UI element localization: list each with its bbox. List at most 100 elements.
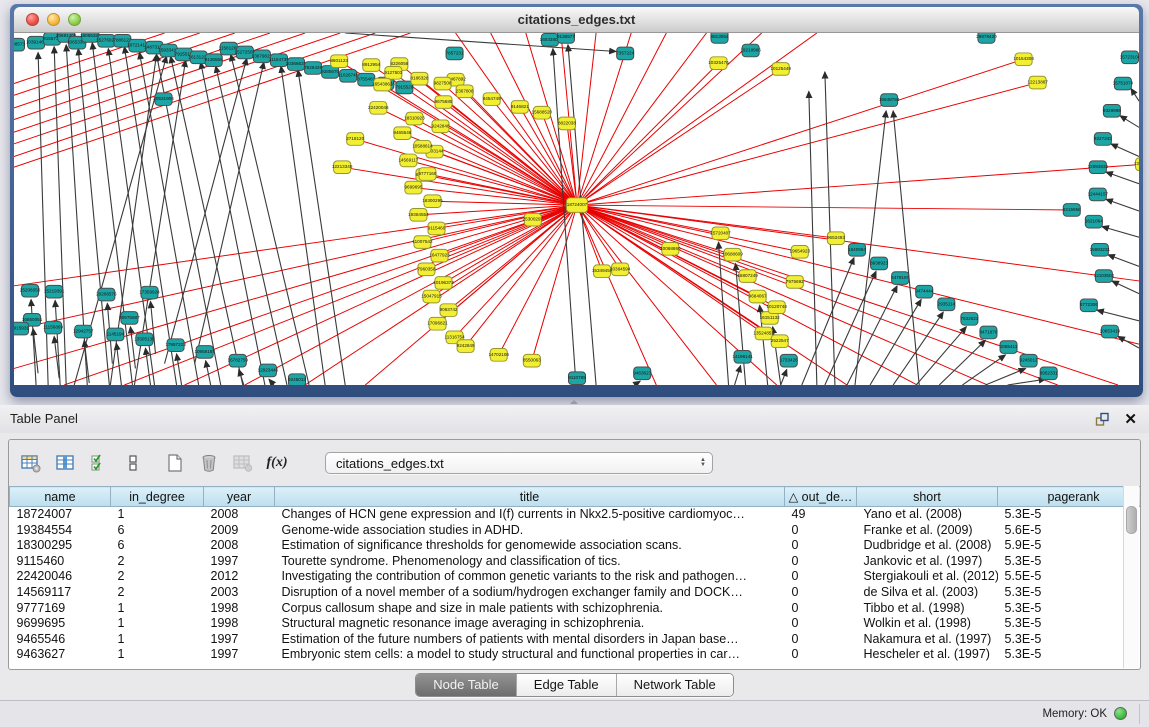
cell-in_degree[interactable]: 2 xyxy=(111,569,204,585)
table-row[interactable]: 946554611997Estimation of the future num… xyxy=(10,632,1142,648)
cell-name[interactable]: 14569117 xyxy=(10,585,111,601)
cell-year[interactable]: 1997 xyxy=(204,632,275,648)
cell-pagerank[interactable]: 5.3E-5 xyxy=(998,632,1142,648)
column-header-short[interactable]: short xyxy=(857,487,998,507)
cell-short[interactable]: Wolkin et al. (1998) xyxy=(857,616,998,632)
delete-column-icon[interactable] xyxy=(199,453,219,473)
new-column-icon[interactable] xyxy=(165,453,185,473)
cell-short[interactable]: de Silva et al. (2003) xyxy=(857,585,998,601)
column-header-pagerank[interactable]: pagerank xyxy=(998,487,1142,507)
cell-year[interactable]: 1998 xyxy=(204,616,275,632)
cell-pagerank[interactable]: 5.3E-5 xyxy=(998,507,1142,523)
network-canvas[interactable]: 8038573103914689155730206914061065338716… xyxy=(14,33,1139,385)
cell-year[interactable]: 2003 xyxy=(204,585,275,601)
cell-name[interactable]: 18724007 xyxy=(10,507,111,523)
cell-in_degree[interactable]: 1 xyxy=(111,632,204,648)
table-row[interactable]: 1872400712008Changes of HCN gene express… xyxy=(10,507,1142,523)
panel-splitter[interactable] xyxy=(0,397,1149,405)
rows-icon[interactable] xyxy=(123,453,143,473)
cell-year[interactable]: 2012 xyxy=(204,569,275,585)
column-header-out_degree[interactable]: △ out_de… xyxy=(785,487,857,507)
cell-pagerank[interactable]: 5.6E-5 xyxy=(998,523,1142,539)
cell-in_degree[interactable]: 1 xyxy=(111,616,204,632)
cell-year[interactable]: 1998 xyxy=(204,601,275,617)
cell-pagerank[interactable]: 5.3E-5 xyxy=(998,601,1142,617)
splitter-handle-icon[interactable] xyxy=(570,400,578,404)
cell-in_degree[interactable]: 2 xyxy=(111,585,204,601)
cell-out_degree[interactable]: 0 xyxy=(785,632,857,648)
table-row[interactable]: 911546021997Tourette syndrome. Phenomeno… xyxy=(10,554,1142,570)
cell-title[interactable]: Structural magnetic resonance image aver… xyxy=(275,616,785,632)
cell-out_degree[interactable]: 0 xyxy=(785,569,857,585)
cell-name[interactable]: 9699695 xyxy=(10,616,111,632)
show-columns-icon[interactable] xyxy=(55,453,75,473)
function-builder-icon[interactable]: f(x) xyxy=(267,453,287,473)
cell-in_degree[interactable]: 1 xyxy=(111,601,204,617)
cell-title[interactable]: Changes of HCN gene expression and I(f) … xyxy=(275,507,785,523)
table-selector[interactable]: citations_edges.txt ▲▼ xyxy=(325,452,713,474)
cell-out_degree[interactable]: 49 xyxy=(785,507,857,523)
cell-short[interactable]: Yano et al. (2008) xyxy=(857,507,998,523)
cell-out_degree[interactable]: 0 xyxy=(785,601,857,617)
cell-short[interactable]: Jankovic et al. (1997) xyxy=(857,554,998,570)
select-columns-icon[interactable] xyxy=(89,453,109,473)
table-row[interactable]: 977716911998Corpus callosum shape and si… xyxy=(10,601,1142,617)
cell-short[interactable]: Dudbridge et al. (2008) xyxy=(857,538,998,554)
cell-name[interactable]: 9777169 xyxy=(10,601,111,617)
cell-out_degree[interactable]: 0 xyxy=(785,538,857,554)
cell-short[interactable]: Tibbo et al. (1998) xyxy=(857,601,998,617)
cell-year[interactable]: 2008 xyxy=(204,538,275,554)
tab-edge-table[interactable]: Edge Table xyxy=(516,674,616,696)
cell-name[interactable]: 22420046 xyxy=(10,569,111,585)
cell-pagerank[interactable]: 5.9E-5 xyxy=(998,538,1142,554)
maximize-window-button[interactable] xyxy=(68,13,81,26)
column-header-in_degree[interactable]: in_degree xyxy=(111,487,204,507)
cell-pagerank[interactable]: 5.3E-5 xyxy=(998,647,1142,663)
column-header-name[interactable]: name xyxy=(10,487,111,507)
cell-title[interactable]: Embryonic stem cells: a model to study s… xyxy=(275,647,785,663)
cell-name[interactable]: 9463627 xyxy=(10,647,111,663)
float-panel-icon[interactable] xyxy=(1092,409,1112,429)
close-panel-icon[interactable]: ✕ xyxy=(1124,412,1137,427)
cell-in_degree[interactable]: 2 xyxy=(111,554,204,570)
column-header-year[interactable]: year xyxy=(204,487,275,507)
cell-year[interactable]: 1997 xyxy=(204,554,275,570)
cell-title[interactable]: Disruption of a novel member of a sodium… xyxy=(275,585,785,601)
cell-name[interactable]: 9465546 xyxy=(10,632,111,648)
cell-in_degree[interactable]: 1 xyxy=(111,647,204,663)
cell-year[interactable]: 2008 xyxy=(204,507,275,523)
table-row[interactable]: 969969511998Structural magnetic resonanc… xyxy=(10,616,1142,632)
column-header-title[interactable]: title xyxy=(275,487,785,507)
cell-title[interactable]: Genome-wide association studies in ADHD. xyxy=(275,523,785,539)
cell-name[interactable]: 9115460 xyxy=(10,554,111,570)
cell-out_degree[interactable]: 0 xyxy=(785,554,857,570)
table-row[interactable]: 1938455462009Genome-wide association stu… xyxy=(10,523,1142,539)
table-row[interactable]: 2242004622012Investigating the contribut… xyxy=(10,569,1142,585)
tab-network-table[interactable]: Network Table xyxy=(616,674,733,696)
cell-out_degree[interactable]: 0 xyxy=(785,647,857,663)
cell-out_degree[interactable]: 0 xyxy=(785,523,857,539)
table-scrollbar[interactable] xyxy=(1123,486,1139,668)
cell-pagerank[interactable]: 5.3E-5 xyxy=(998,554,1142,570)
cell-title[interactable]: Estimation of significance thresholds fo… xyxy=(275,538,785,554)
cell-in_degree[interactable]: 1 xyxy=(111,507,204,523)
cell-title[interactable]: Investigating the contribution of common… xyxy=(275,569,785,585)
cell-short[interactable]: Nakamura et al. (1997) xyxy=(857,632,998,648)
table-options-icon[interactable] xyxy=(21,453,41,473)
cell-pagerank[interactable]: 5.3E-5 xyxy=(998,616,1142,632)
network-graph-svg[interactable]: 8038573103914689155730206914061065338716… xyxy=(14,33,1139,385)
cell-short[interactable]: Franke et al. (2009) xyxy=(857,523,998,539)
tab-node-table[interactable]: Node Table xyxy=(416,674,516,696)
cell-in_degree[interactable]: 6 xyxy=(111,538,204,554)
cell-year[interactable]: 2009 xyxy=(204,523,275,539)
table-scrollbar-thumb[interactable] xyxy=(1126,506,1137,534)
close-window-button[interactable] xyxy=(26,13,39,26)
table-row[interactable]: 1456911722003Disruption of a novel membe… xyxy=(10,585,1142,601)
cell-in_degree[interactable]: 6 xyxy=(111,523,204,539)
cell-out_degree[interactable]: 0 xyxy=(785,585,857,601)
network-window-titlebar[interactable]: citations_edges.txt xyxy=(14,7,1139,33)
cell-name[interactable]: 18300295 xyxy=(10,538,111,554)
table-row[interactable]: 1830029562008Estimation of significance … xyxy=(10,538,1142,554)
cell-name[interactable]: 19384554 xyxy=(10,523,111,539)
cell-short[interactable]: Hescheler et al. (1997) xyxy=(857,647,998,663)
